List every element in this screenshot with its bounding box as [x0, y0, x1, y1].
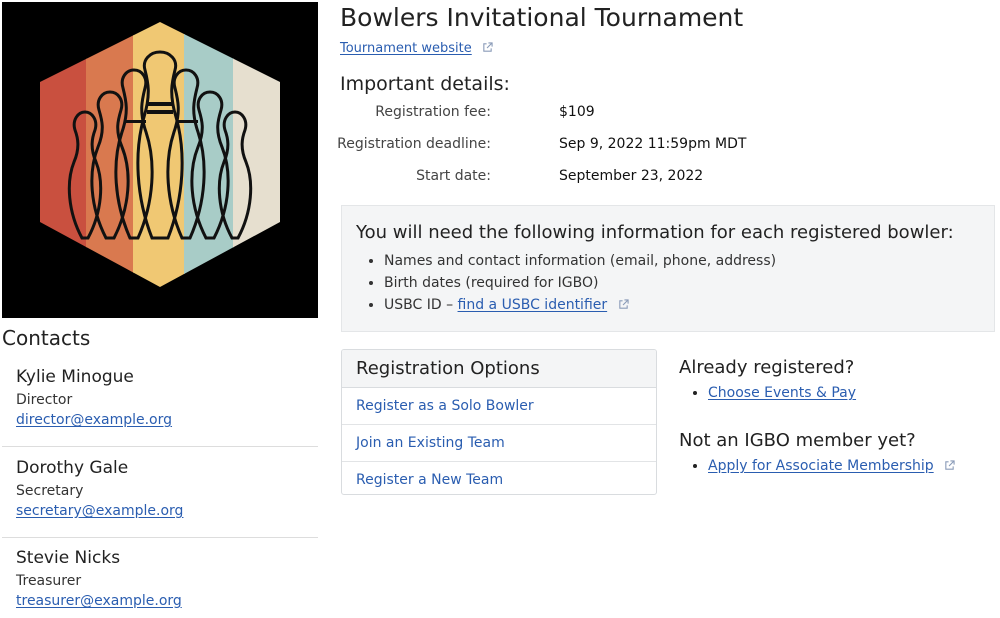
contact-role: Secretary — [16, 483, 84, 499]
already-registered-list: Choose Events & Pay — [692, 385, 856, 401]
not-member-heading: Not an IGBO member yet? — [679, 430, 916, 451]
contact-card: Stevie Nicks Treasurer treasurer@example… — [16, 548, 316, 609]
required-info-panel: You will need the following information … — [341, 205, 995, 332]
detail-value: Sep 9, 2022 11:59pm MDT — [559, 136, 747, 152]
detail-row: Registration fee: $109 — [340, 104, 940, 124]
register-solo-link[interactable]: Register as a Solo Bowler — [342, 388, 656, 425]
contact-role: Treasurer — [16, 573, 82, 589]
divider — [2, 446, 318, 447]
bowling-pins-icon — [40, 22, 280, 287]
apply-membership-link[interactable]: Apply for Associate Membership — [708, 458, 934, 474]
detail-label: Start date: — [416, 168, 491, 184]
contacts-heading: Contacts — [2, 326, 91, 350]
join-team-link[interactable]: Join an Existing Team — [342, 425, 656, 462]
details-heading: Important details: — [340, 73, 510, 95]
page-title: Bowlers Invitational Tournament — [340, 3, 744, 32]
divider — [2, 537, 318, 538]
list-item: Apply for Associate Membership — [708, 458, 955, 474]
list-item: Names and contact information (email, ph… — [384, 250, 776, 272]
external-link-icon — [618, 299, 629, 309]
register-new-team-link[interactable]: Register a New Team — [342, 462, 656, 494]
usbc-prefix: USBC ID – — [384, 297, 458, 313]
contact-email-link[interactable]: treasurer@example.org — [16, 593, 182, 609]
registration-options-card: Registration Options Register as a Solo … — [341, 349, 657, 495]
tournament-website-link-wrap: Tournament website — [340, 41, 493, 56]
required-info-list: Names and contact information (email, ph… — [370, 250, 776, 316]
contact-name: Kylie Minogue — [16, 367, 134, 387]
detail-row: Registration deadline: Sep 9, 2022 11:59… — [337, 136, 940, 156]
list-item: Birth dates (required for IGBO) — [384, 272, 776, 294]
external-link-icon — [945, 460, 955, 470]
choose-events-pay-link[interactable]: Choose Events & Pay — [708, 385, 856, 401]
detail-value: $109 — [559, 104, 595, 120]
detail-row: Start date: September 23, 2022 — [340, 168, 940, 188]
list-item: USBC ID – find a USBC identifier — [384, 294, 776, 316]
required-info-heading: You will need the following information … — [356, 222, 954, 243]
tournament-website-link[interactable]: Tournament website — [340, 41, 472, 56]
contact-name: Dorothy Gale — [16, 458, 129, 478]
contact-email-link[interactable]: director@example.org — [16, 412, 172, 428]
tournament-logo — [2, 2, 318, 318]
contact-role: Director — [16, 392, 73, 408]
contact-card: Dorothy Gale Secretary secretary@example… — [16, 458, 316, 519]
detail-value: September 23, 2022 — [559, 168, 704, 184]
external-link-icon — [483, 42, 493, 52]
list-item: Choose Events & Pay — [708, 385, 856, 401]
already-registered-heading: Already registered? — [679, 357, 855, 378]
detail-label: Registration deadline: — [337, 136, 491, 152]
usbc-lookup-link[interactable]: find a USBC identifier — [458, 297, 608, 313]
contact-card: Kylie Minogue Director director@example.… — [16, 367, 316, 428]
registration-options-heading: Registration Options — [342, 350, 656, 388]
contact-email-link[interactable]: secretary@example.org — [16, 503, 183, 519]
not-member-list: Apply for Associate Membership — [692, 458, 955, 474]
detail-label: Registration fee: — [375, 104, 491, 120]
contact-name: Stevie Nicks — [16, 548, 121, 568]
